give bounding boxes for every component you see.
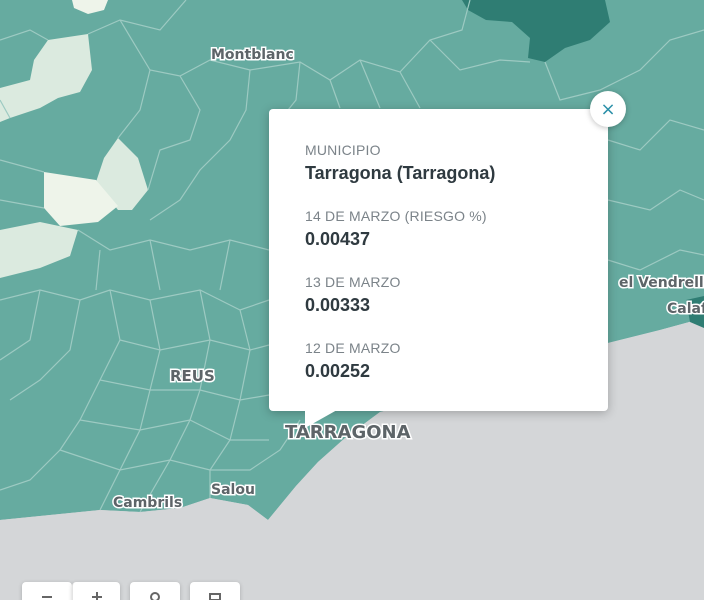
popup-label: 12 DE MARZO: [305, 340, 401, 356]
zoom-in-button[interactable]: [72, 582, 120, 600]
popup-field-municipio: MUNICIPIO Tarragona (Tarragona): [305, 141, 572, 185]
popup-value: 0.00252: [305, 361, 371, 381]
popup-value: 0.00333: [305, 295, 371, 315]
label-tarragona: TARRAGONA: [285, 422, 411, 443]
popup-value: Tarragona (Tarragona): [305, 163, 496, 183]
locate-button[interactable]: [130, 582, 180, 600]
layers-icon: [209, 593, 221, 600]
zoom-out-icon: [42, 596, 52, 598]
zoom-in-icon: [91, 592, 102, 600]
label-cambrils: Cambrils: [113, 495, 182, 511]
popup-value: 0.00437: [305, 229, 371, 249]
label-salou: Salou: [211, 482, 255, 498]
label-calafell: Calaf: [667, 301, 704, 317]
popup-label: 13 DE MARZO: [305, 274, 401, 290]
layers-button[interactable]: [190, 582, 240, 600]
zoom-out-button[interactable]: [22, 582, 72, 600]
popup-pointer: [305, 410, 337, 428]
municipality-popup: MUNICIPIO Tarragona (Tarragona) 14 DE MA…: [269, 109, 608, 428]
popup-field-risk-14: 14 DE MARZO (RIESGO %) 0.00437: [305, 207, 572, 251]
close-icon: ×: [600, 98, 616, 120]
popup-label: 14 DE MARZO (RIESGO %): [305, 208, 487, 224]
popup-field-risk-12: 12 DE MARZO 0.00252: [305, 339, 572, 383]
label-montblanc: Montblanc: [211, 47, 294, 63]
popup-close-button[interactable]: ×: [590, 91, 626, 127]
popup-label: MUNICIPIO: [305, 142, 381, 158]
label-el-vendrell: el Vendrell: [619, 275, 704, 291]
popup-field-risk-13: 13 DE MARZO 0.00333: [305, 273, 572, 317]
locate-icon: [150, 592, 160, 600]
label-reus: REUS: [170, 367, 215, 385]
